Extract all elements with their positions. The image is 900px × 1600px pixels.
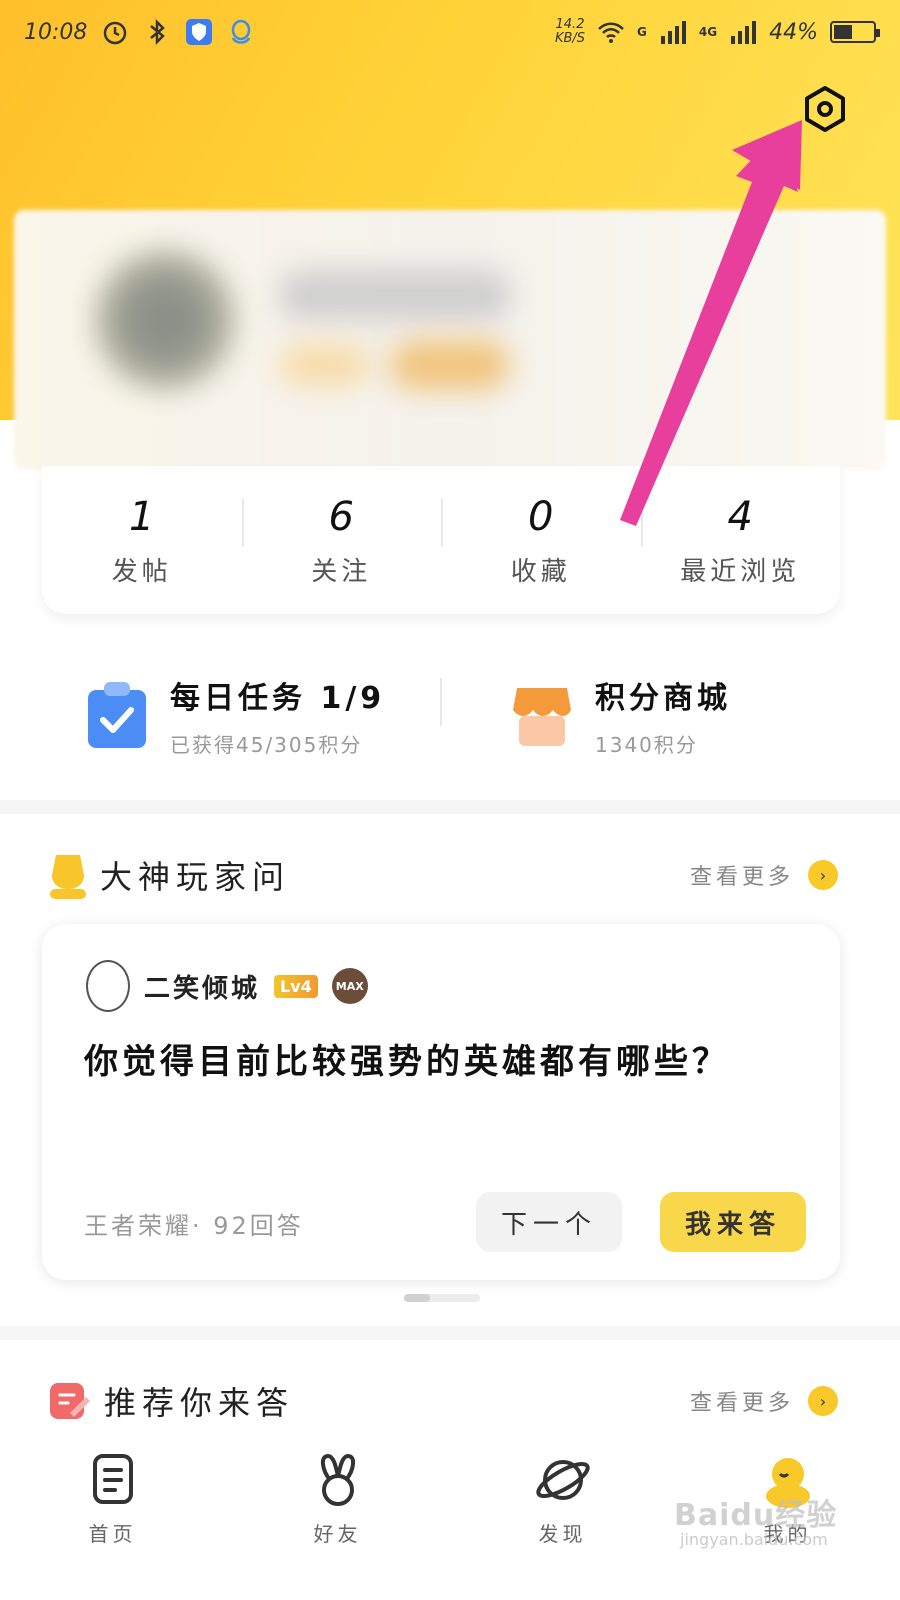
bluetooth-icon <box>150 18 166 46</box>
daily-task-subtitle: 已获得45/305积分 <box>170 732 363 757</box>
network-type-1: G <box>637 25 647 39</box>
stat-value: 4 <box>727 493 753 540</box>
stat-recent[interactable]: 4 最近浏览 <box>640 493 841 588</box>
recommend-section-title: 推荐你来答 <box>104 1384 295 1422</box>
status-bar: 10:08 14.2 KB/S G 4G 44% <box>0 0 900 64</box>
stat-value: 6 <box>328 493 354 540</box>
author-name: 二笑倾城 <box>144 973 261 1004</box>
speed-unit: KB/S <box>554 31 586 46</box>
clipboard-check-icon <box>88 682 146 748</box>
next-question-button[interactable]: 下一个 <box>476 1192 622 1252</box>
shield-app-icon <box>186 19 213 45</box>
stat-label: 收藏 <box>510 556 571 587</box>
profile-name-blurred <box>280 270 510 320</box>
profile-tag-blurred <box>280 345 370 385</box>
nav-discover[interactable]: 发现 <box>450 1436 675 1600</box>
stat-label: 关注 <box>311 556 372 587</box>
wifi-icon <box>598 22 624 43</box>
question-author[interactable]: 二笑倾城 Lv4 MAX <box>86 960 368 1012</box>
question-meta: 王者荣耀· 92回答 <box>84 1212 304 1240</box>
pager-active-dot <box>404 1294 430 1302</box>
signal-icon-2 <box>731 21 757 44</box>
battery-percent: 44% <box>769 19 818 45</box>
stat-value: 1 <box>129 493 155 540</box>
points-store-title: 积分商城 <box>595 680 731 716</box>
chevron-right-icon: › <box>808 1386 838 1416</box>
friends-bunny-icon <box>320 1454 355 1506</box>
stats-card: 1 发帖 6 关注 0 收藏 4 最近浏览 <box>42 466 840 614</box>
tasks-row: 每日任务 1/9 已获得45/305积分 积分商城 1340积分 <box>0 640 900 790</box>
network-type-2: 4G <box>698 25 718 39</box>
expert-avatar-icon <box>50 855 86 899</box>
question-text[interactable]: 你觉得目前比较强势的英雄都有哪些？ <box>84 1034 730 1083</box>
nav-label: 好友 <box>313 1522 362 1546</box>
stat-following[interactable]: 6 关注 <box>241 493 442 588</box>
nav-home[interactable]: 首页 <box>0 1436 225 1600</box>
speed-value: 14.2 <box>555 17 585 32</box>
section-divider <box>0 800 900 814</box>
level-badge: Lv4 <box>274 974 318 998</box>
qq-icon <box>232 19 251 44</box>
stat-label: 发帖 <box>111 556 172 587</box>
nav-label: 首页 <box>88 1522 137 1546</box>
planet-icon <box>535 1460 590 1500</box>
watermark-url: jingyan.baidu.com <box>680 1530 828 1549</box>
alarm-icon <box>104 21 127 45</box>
more-text: 查看更多 <box>689 1391 794 1416</box>
section-divider <box>0 1326 900 1340</box>
daily-task-entry[interactable]: 每日任务 1/9 已获得45/305积分 <box>0 673 475 758</box>
expert-section-title: 大神玩家问 <box>100 858 291 896</box>
points-store-subtitle: 1340积分 <box>595 732 698 757</box>
settings-button[interactable] <box>800 84 850 134</box>
chevron-right-icon: › <box>808 860 838 890</box>
battery-icon <box>830 21 880 43</box>
stat-label: 最近浏览 <box>680 556 801 587</box>
signal-icon <box>660 21 686 44</box>
nav-label: 发现 <box>538 1522 587 1546</box>
stat-value: 0 <box>528 493 554 540</box>
recommend-section-header: 推荐你来答 查看更多 › <box>48 1376 838 1426</box>
watermark: Baidu经验 <box>674 1498 838 1533</box>
recommend-more-link[interactable]: 查看更多 › <box>690 1385 838 1417</box>
author-avatar <box>86 960 130 1012</box>
expert-more-link[interactable]: 查看更多 › <box>690 859 838 891</box>
points-store-entry[interactable]: 积分商城 1340积分 <box>475 673 900 758</box>
edit-note-icon <box>50 1383 90 1419</box>
profile-badge-blurred <box>390 340 510 390</box>
status-time: 10:08 <box>24 19 88 45</box>
settings-gear-icon <box>805 86 845 132</box>
profile-avatar-blurred <box>95 250 235 390</box>
more-text: 查看更多 <box>689 865 794 890</box>
expert-section-header: 大神玩家问 查看更多 › <box>48 850 838 900</box>
daily-task-title: 每日任务 1/9 <box>170 680 386 716</box>
divider <box>440 678 442 726</box>
store-icon <box>513 688 571 746</box>
stat-posts[interactable]: 1 发帖 <box>42 493 242 588</box>
home-doc-icon <box>92 1454 133 1504</box>
answer-button[interactable]: 我来答 <box>660 1192 806 1252</box>
nav-friends[interactable]: 好友 <box>225 1436 450 1600</box>
network-speed: 14.2 KB/S <box>555 18 585 46</box>
stat-favorites[interactable]: 0 收藏 <box>441 493 641 588</box>
card-pager <box>404 1294 480 1302</box>
question-card: 二笑倾城 Lv4 MAX 你觉得目前比较强势的英雄都有哪些？ 王者荣耀· 92回… <box>42 924 840 1280</box>
max-badge: MAX <box>331 968 368 1004</box>
